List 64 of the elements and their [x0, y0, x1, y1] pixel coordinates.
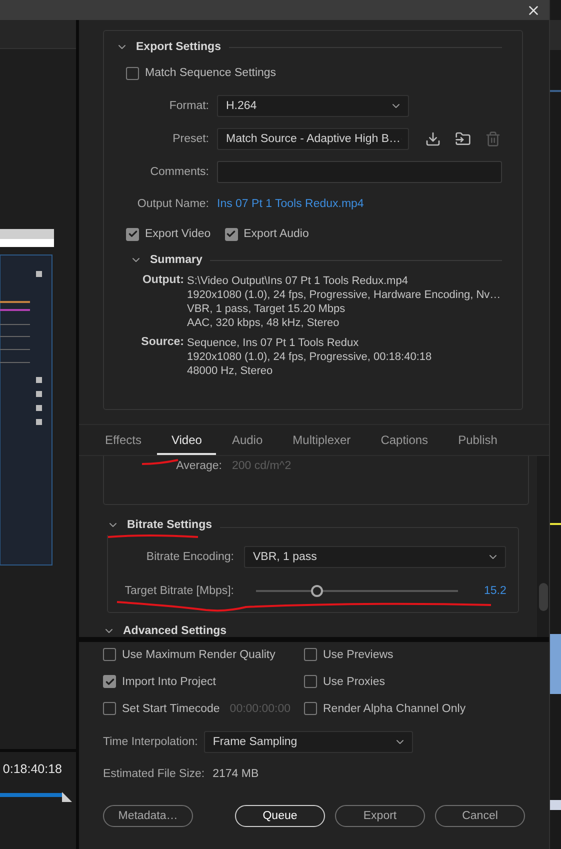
checkbox[interactable]: [103, 675, 116, 688]
section-title: Bitrate Settings: [127, 519, 212, 531]
format-dropdown[interactable]: H.264: [217, 94, 409, 116]
summary-text: 1920x1080 (1.0), 24 fps, Progressive, 00:18:40:18: [187, 350, 432, 364]
checkbox[interactable]: [304, 648, 317, 661]
tab[interactable]: Effects: [91, 425, 156, 455]
checkbox-label: Match Sequence Settings: [145, 67, 276, 79]
tab[interactable]: Audio: [218, 425, 277, 455]
checkbox[interactable]: [103, 648, 116, 661]
folder-icon[interactable]: [455, 130, 471, 146]
field-label: Target Bitrate [Mbps]:: [124, 585, 234, 597]
bitrate-encoding-dropdown[interactable]: VBR, 1 pass: [244, 546, 506, 568]
dialog-button[interactable]: Metadata…: [103, 805, 193, 827]
checkbox[interactable]: [304, 675, 317, 688]
checkbox[interactable]: [103, 702, 116, 715]
checkbox-label: Use Previews: [323, 648, 394, 660]
dialog-button[interactable]: Queue: [235, 805, 325, 827]
output-name-link[interactable]: Ins 07 Pt 1 Tools Redux.mp4: [217, 198, 364, 210]
summary-text: 1920x1080 (1.0), 24 fps, Progressive, Hardware Encoding, Nv…: [187, 288, 501, 302]
checkbox-label: Render Alpha Channel Only: [323, 702, 466, 714]
checkbox[interactable]: [224, 228, 238, 240]
field-label: Preset:: [172, 132, 209, 144]
section-title: Summary: [150, 254, 202, 266]
checkbox-label: Use Maximum Render Quality: [122, 648, 276, 660]
tab[interactable]: Captions: [366, 425, 442, 455]
download-icon[interactable]: [425, 130, 441, 146]
field-label: Average:: [176, 460, 222, 472]
field-label: Estimated File Size:: [103, 768, 205, 780]
summary-text: AAC, 320 kbps, 48 kHz, Stereo: [187, 316, 340, 330]
section-title: Advanced Settings: [123, 625, 227, 637]
field-label: Output Name:: [136, 198, 209, 210]
checkbox-label: Set Start Timecode: [122, 702, 220, 714]
field-label: Time Interpolation:: [103, 736, 198, 748]
file-size: 2174 MB: [212, 768, 259, 780]
checkbox[interactable]: [126, 66, 139, 80]
summary-text: S:\Video Output\Ins 07 Pt 1 Tools Redux.mp4: [187, 274, 409, 288]
time-interpolation-dropdown[interactable]: Frame Sampling: [204, 731, 413, 753]
section-title: Export Settings: [136, 41, 221, 53]
bitrate-value[interactable]: 15.2: [484, 585, 506, 597]
summary-text: VBR, 1 pass, Target 15.20 Mbps: [187, 302, 346, 316]
slider-thumb[interactable]: [310, 585, 323, 597]
dialog-button[interactable]: Export: [335, 805, 425, 827]
checkbox-label: Export Video: [145, 228, 211, 240]
field-label: Format:: [168, 100, 209, 112]
checkbox-label: Import Into Project: [122, 676, 216, 688]
checkbox[interactable]: [126, 228, 139, 240]
summary-text: 48000 Hz, Stereo: [187, 364, 274, 378]
tab[interactable]: Publish: [444, 425, 512, 455]
timecode: 0:18:40:18: [2, 762, 62, 776]
preset-dropdown[interactable]: Match Source - Adaptive High B…: [217, 128, 409, 150]
field-label: Bitrate Encoding:: [145, 551, 234, 563]
dialog-button[interactable]: Cancel: [435, 805, 525, 827]
summary-label: Output:: [141, 274, 184, 288]
scrollbar[interactable]: [537, 456, 549, 637]
checkbox-label: Use Proxies: [323, 676, 385, 688]
average-value: 200 cd/m^2: [232, 460, 292, 472]
checkbox-label: Export Audio: [244, 228, 309, 240]
tab[interactable]: Multiplexer: [278, 425, 365, 455]
field-label: Comments:: [149, 166, 209, 178]
summary-label: Source:: [140, 336, 184, 350]
tab[interactable]: Video: [157, 425, 216, 455]
summary-text: Sequence, Ins 07 Pt 1 Tools Redux: [187, 336, 360, 350]
checkbox[interactable]: [304, 702, 317, 715]
comments-field[interactable]: [217, 160, 502, 182]
